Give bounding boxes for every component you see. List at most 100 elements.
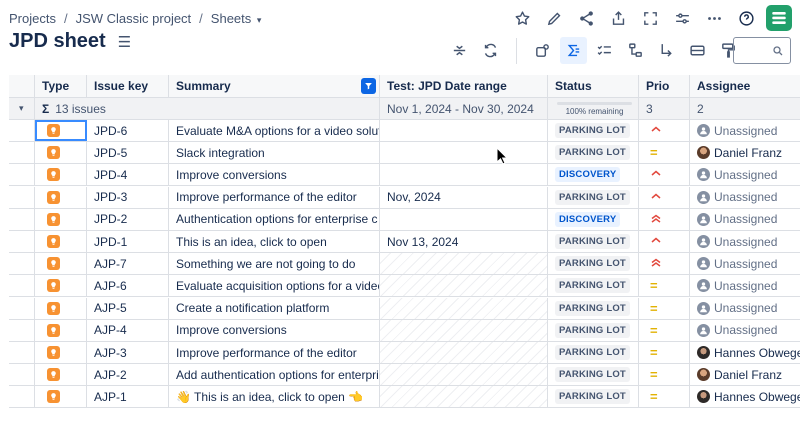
prio-cell[interactable]: = [639, 364, 690, 386]
issue-key[interactable]: JPD-4 [94, 168, 127, 182]
search-input[interactable] [733, 37, 791, 64]
issue-key-cell[interactable]: AJP-1 [87, 386, 169, 408]
row-handle[interactable] [9, 342, 35, 363]
help-icon[interactable] [734, 5, 758, 31]
hierarchy-down-icon[interactable] [653, 37, 680, 64]
status-cell[interactable]: PARKING LOT [548, 253, 639, 275]
row-handle[interactable] [9, 208, 35, 230]
prio-cell[interactable] [639, 186, 690, 208]
issue-key[interactable]: JPD-1 [94, 235, 127, 249]
type-cell[interactable] [35, 164, 87, 186]
row-handle[interactable] [9, 120, 35, 141]
row-handle[interactable] [9, 142, 35, 164]
table-row[interactable]: AJP-3 Improve performance of the editor PA… [9, 342, 800, 364]
issue-key[interactable]: JPD-6 [94, 124, 127, 138]
type-cell[interactable] [35, 297, 87, 319]
row-handle[interactable] [9, 275, 35, 297]
status-badge[interactable]: PARKING LOT [555, 322, 630, 338]
assignee-cell[interactable]: Unassigned [690, 209, 800, 230]
summary-cell[interactable]: 👋 This is an idea, click to open 👈 [169, 386, 380, 408]
row-handle[interactable] [9, 319, 35, 341]
type-cell[interactable] [35, 342, 87, 363]
issue-key-cell[interactable]: JPD-4 [87, 164, 169, 186]
date-range-cell[interactable] [380, 364, 548, 386]
prio-cell[interactable]: = [639, 142, 690, 164]
assignee-cell[interactable]: Hannes Obwege [690, 386, 800, 407]
prio-cell[interactable] [639, 208, 690, 230]
issue-key-cell[interactable]: AJP-3 [87, 342, 169, 363]
row-handle[interactable] [9, 186, 35, 208]
summary-cell[interactable]: Improve performance of the editor [169, 342, 380, 363]
issue-key-cell[interactable]: JPD-6 [87, 120, 169, 141]
issue-key[interactable]: AJP-2 [94, 368, 127, 382]
status-cell[interactable]: PARKING LOT [548, 275, 639, 297]
issue-key[interactable]: AJP-5 [94, 301, 127, 315]
prio-cell[interactable]: = [639, 342, 690, 363]
status-badge[interactable]: PARKING LOT [555, 234, 630, 249]
row-handle[interactable] [9, 364, 35, 386]
assignee-cell[interactable]: Unassigned [690, 320, 800, 341]
hierarchy-icon[interactable] [622, 37, 649, 64]
table-row[interactable]: JPD-1 This is an idea, click to open Nov 1… [9, 231, 800, 253]
type-cell[interactable] [35, 120, 87, 141]
breadcrumb-project[interactable]: JSW Classic project [76, 11, 192, 26]
status-cell[interactable]: PARKING LOT [548, 231, 639, 252]
status-badge[interactable]: PARKING LOT [555, 189, 630, 205]
summary-cell[interactable]: Evaluate acquisition options for a video… [169, 275, 380, 297]
share-icon[interactable] [574, 5, 598, 31]
group-icon[interactable] [529, 37, 556, 64]
type-cell[interactable] [35, 186, 87, 208]
issue-key[interactable]: JPD-2 [94, 212, 127, 226]
checklist-icon[interactable] [591, 37, 618, 64]
assignee-cell[interactable]: Unassigned [690, 231, 800, 252]
collapse-rows-icon[interactable] [446, 37, 473, 64]
date-range-cell[interactable]: Nov 13, 2024 [380, 231, 548, 252]
star-icon[interactable] [510, 5, 534, 31]
assignee-cell[interactable]: Daniel Franz [690, 364, 800, 385]
assignee-cell[interactable]: Unassigned [690, 120, 800, 141]
row-handle[interactable] [9, 231, 35, 252]
filter-icon[interactable] [361, 78, 376, 94]
date-range-cell[interactable] [380, 120, 548, 141]
prio-cell[interactable]: = [639, 319, 690, 341]
issue-key-cell[interactable]: JPD-3 [87, 186, 169, 208]
table-row[interactable]: JPD-4 Improve conversions DISCOVERY Unassig… [9, 164, 800, 187]
summary-cell[interactable]: Improve performance of the editor [169, 186, 380, 208]
status-cell[interactable]: PARKING LOT [548, 342, 639, 363]
status-cell[interactable]: PARKING LOT [548, 186, 639, 208]
status-cell[interactable]: PARKING LOT [548, 364, 639, 386]
issue-key[interactable]: JPD-5 [94, 146, 127, 160]
issue-key[interactable]: JPD-3 [94, 190, 127, 204]
table-row[interactable]: AJP-1 👋 This is an idea, click to open 👈 P… [9, 386, 800, 409]
type-cell[interactable] [35, 275, 87, 297]
assignee-cell[interactable]: Unassigned [690, 164, 800, 185]
issue-key-cell[interactable]: JPD-1 [87, 231, 169, 252]
column-header-assignee[interactable]: Assignee [690, 75, 800, 97]
summary-cell[interactable]: This is an idea, click to open [169, 231, 380, 252]
filters-icon[interactable] [670, 5, 694, 31]
issue-key-cell[interactable]: AJP-6 [87, 275, 169, 297]
prio-cell[interactable] [639, 164, 690, 186]
status-badge[interactable]: PARKING LOT [555, 389, 630, 405]
summary-cell[interactable]: Add authentication options for enterpri… [169, 364, 380, 386]
type-cell[interactable] [35, 142, 87, 164]
prio-cell[interactable] [639, 253, 690, 275]
issue-key-cell[interactable]: JPD-2 [87, 208, 169, 230]
column-header-summary[interactable]: Summary [169, 75, 380, 97]
summary-cell[interactable]: Create a notification platform [169, 297, 380, 319]
issue-key[interactable]: AJP-1 [94, 390, 127, 404]
issue-key-cell[interactable]: AJP-2 [87, 364, 169, 386]
summary-cell[interactable]: Authentication options for enterprise c… [169, 208, 380, 230]
summary-cell[interactable]: Evaluate M&A options for a video soluti… [169, 120, 380, 141]
date-range-cell[interactable]: Nov, 2024 [380, 186, 548, 208]
column-header-issue-key[interactable]: Issue key [87, 75, 169, 97]
assignee-cell[interactable]: Hannes Obwege [690, 342, 800, 363]
row-handle[interactable] [9, 386, 35, 408]
status-cell[interactable]: PARKING LOT [548, 142, 639, 164]
table-row[interactable]: AJP-7 Something we are not going to do PAR… [9, 253, 800, 276]
status-badge[interactable]: PARKING LOT [555, 278, 630, 294]
status-badge[interactable]: PARKING LOT [555, 145, 630, 161]
issue-key-cell[interactable]: AJP-4 [87, 319, 169, 341]
prio-cell[interactable]: = [639, 386, 690, 408]
assignee-cell[interactable]: Unassigned [690, 275, 800, 296]
